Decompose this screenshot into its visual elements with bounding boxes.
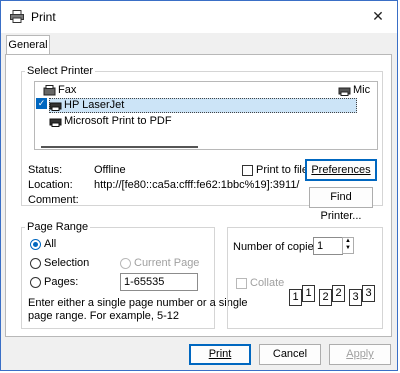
cancel-button[interactable]: Cancel <box>259 344 321 365</box>
collate-page: 3 <box>362 285 375 302</box>
printer-item-hp-laserjet[interactable]: HP LaserJet <box>49 98 124 112</box>
fax-icon <box>43 84 56 96</box>
preferences-button[interactable]: Preferences <box>305 159 377 181</box>
window-title: Print <box>31 10 56 24</box>
pages-input[interactable]: 1-65535 <box>120 273 198 291</box>
print-button[interactable]: Print <box>189 344 251 365</box>
print-dialog: Print ✕ General Select Printer Fax Mic ✓… <box>0 0 398 371</box>
printer-item-mic[interactable]: Mic <box>338 83 370 97</box>
collate-label: Collate <box>250 277 285 289</box>
default-printer-check-icon: ✓ <box>36 98 47 109</box>
close-button[interactable]: ✕ <box>365 5 391 27</box>
apply-button[interactable]: Apply <box>329 344 391 365</box>
printer-item-pdf[interactable]: Microsoft Print to PDF <box>49 114 172 128</box>
location-label: Location: <box>28 179 73 191</box>
printer-name: HP LaserJet <box>64 99 125 111</box>
collate-page: 3 <box>349 289 362 306</box>
stepper-down-icon[interactable]: ▼ <box>343 245 353 252</box>
print-to-file-label: Print to file <box>256 164 308 176</box>
selection-label: Selection <box>44 257 90 269</box>
location-value: http://[fe80::ca5a:cfff:fe62:1bbc%19]:39… <box>94 179 300 191</box>
copies-stepper[interactable]: ▲ ▼ <box>342 237 354 254</box>
page-range-help-line-1: Enter either a single page number or a s… <box>28 297 248 309</box>
printer-item-fax[interactable]: Fax <box>43 83 76 97</box>
pages-label: Pages: <box>44 276 79 288</box>
printer-list[interactable]: Fax Mic ✓ HP LaserJet Microsoft Print to… <box>34 81 378 150</box>
all-radio[interactable] <box>30 239 41 250</box>
status-value: Offline <box>94 164 126 176</box>
find-printer-button[interactable]: Find Printer... <box>309 187 373 222</box>
select-printer-label: Select Printer <box>25 65 96 77</box>
tab-strip: General <box>1 33 397 55</box>
printer-name: Mic <box>353 84 371 96</box>
current-page-radio[interactable] <box>120 258 131 269</box>
title-bar: Print ✕ <box>1 1 397 33</box>
collate-page: 2 <box>319 289 332 306</box>
page-range-label: Page Range <box>25 221 91 233</box>
tab-general[interactable]: General <box>6 35 50 55</box>
printer-icon <box>338 87 351 96</box>
preferences-label: Preferences <box>311 164 371 176</box>
printer-icon <box>10 10 24 23</box>
status-label: Status: <box>28 164 63 176</box>
selection-radio[interactable] <box>30 258 41 269</box>
comment-label: Comment: <box>28 194 79 206</box>
print-to-file-checkbox[interactable] <box>242 165 253 176</box>
copies-label: Number of copies: <box>233 241 323 253</box>
collate-page: 1 <box>302 285 315 302</box>
printer-icon <box>49 102 62 111</box>
collate-page: 1 <box>289 289 302 306</box>
page-range-help-line-2: page range. For example, 5-12 <box>28 310 180 322</box>
printer-icon <box>49 118 62 127</box>
stepper-up-icon[interactable]: ▲ <box>343 238 353 245</box>
all-label: All <box>44 238 57 250</box>
horizontal-scrollbar[interactable] <box>41 146 198 148</box>
pages-radio[interactable] <box>30 277 41 288</box>
copies-input[interactable]: 1 <box>313 237 343 255</box>
print-label: Print <box>208 348 232 360</box>
printer-name: Microsoft Print to PDF <box>64 115 172 127</box>
printer-name: Fax <box>58 84 77 96</box>
apply-label: Apply <box>346 348 374 360</box>
current-page-label: Current Page <box>134 257 200 269</box>
collate-page: 2 <box>332 285 345 302</box>
collate-checkbox[interactable] <box>236 278 247 289</box>
